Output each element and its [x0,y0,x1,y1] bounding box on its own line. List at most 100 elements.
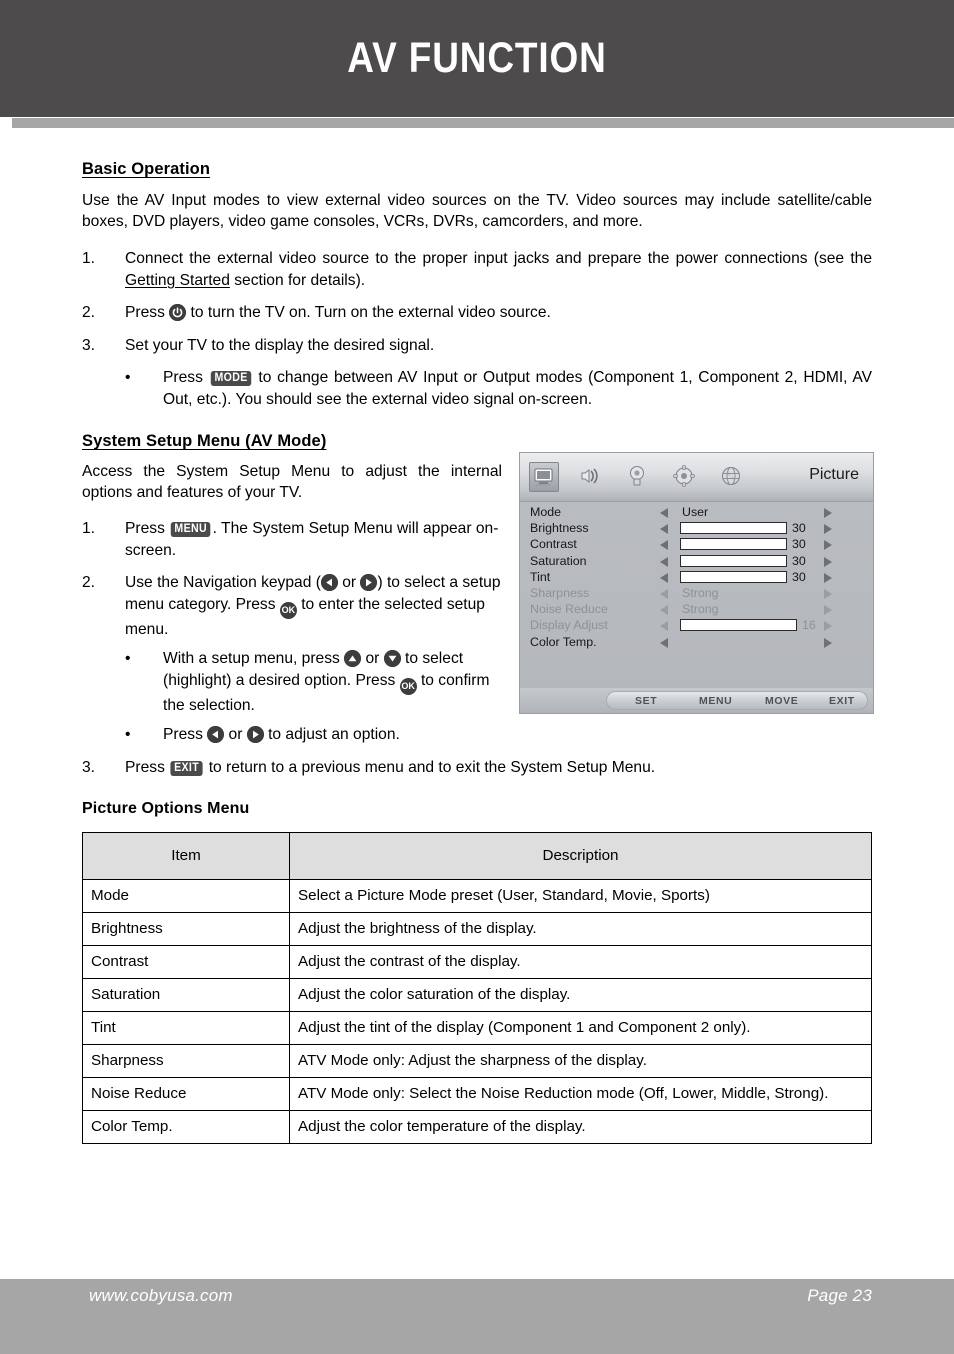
osd-slider-tint[interactable] [680,570,787,583]
osd-row-sharpness-value: Strong [682,585,719,600]
setup-step-3-pre: Press [125,759,170,776]
osd-row-list: Mode User Brightness 30 Contrast 30 Satu… [520,505,873,651]
setup-bullet-1-marker: • [125,650,131,667]
basic-step-3-text: Set your TV to the display the desired s… [125,337,435,354]
osd-row-brightness[interactable]: Brightness 30 [520,521,873,537]
osd-row-contrast-value: 30 [792,537,806,552]
menu-key-badge: MENU [170,522,211,537]
setup-bullet-1-a: With a setup menu, press [163,650,345,667]
osd-row-color-temp-label: Color Temp. [530,634,597,649]
osd-row-mode[interactable]: Mode User [520,505,873,521]
table-column-header-description: Description [289,832,872,880]
setup-bullet-2-c: to adjust an option. [263,726,400,743]
osd-row-saturation-value: 30 [792,553,806,568]
table-cell-item: Brightness [82,912,290,946]
osd-footer-key-menu: MENU [699,695,733,707]
osd-row-brightness-value: 30 [792,521,806,536]
down-arrow-icon [383,650,401,667]
osd-left-arrow-icon[interactable] [660,572,668,583]
table-row: Noise Reduce ATV Mode only: Select the N… [82,1077,872,1111]
basic-step-2-pre: Press [125,304,170,321]
basic-bullet-post: to change between AV Input or Output mod… [163,369,873,408]
osd-row-contrast[interactable]: Contrast 30 [520,537,873,553]
setup-step-2-text: Use the Navigation keypad ( or ) to sele… [125,572,505,641]
osd-left-arrow-icon [660,621,668,632]
lock-icon[interactable] [623,462,653,492]
osd-slider-saturation[interactable] [680,554,787,567]
table-cell-description: Adjust the brightness of the display. [289,912,872,946]
sound-icon[interactable] [576,462,606,492]
left-arrow-icon-2 [207,726,225,743]
setup-step-1-number: 1. [82,520,96,537]
table-cell-item: Sharpness [82,1044,290,1078]
basic-operation-intro: Use the AV Input modes to view external … [82,192,872,230]
osd-right-arrow-icon[interactable] [824,572,832,583]
osd-slider-brightness[interactable] [680,522,787,535]
osd-row-tint[interactable]: Tint 30 [520,570,873,586]
osd-row-contrast-label: Contrast [530,537,577,552]
table-row: Tint Adjust the tint of the display (Com… [82,1011,872,1045]
osd-slider-contrast[interactable] [680,538,787,551]
language-icon[interactable] [717,462,747,492]
setup-bullet-2-text: Press or to adjust an option. [163,724,505,746]
ok-key-icon-2: OK [399,678,417,695]
osd-left-arrow-icon[interactable] [660,637,668,648]
osd-row-display-adjust-value: 16 [802,618,816,633]
osd-left-arrow-icon[interactable] [660,524,668,535]
footer-website-url[interactable]: www.cobyusa.com [89,1286,233,1306]
table-cell-item: Tint [82,1011,290,1045]
basic-bullet-text: Press MODE to change between AV Input or… [163,367,872,411]
setup-step-2-a: Use the Navigation keypad ( [125,574,321,591]
table-cell-description: ATV Mode only: Select the Noise Reductio… [289,1077,872,1111]
picture-icon[interactable] [529,462,559,492]
osd-title: Picture [809,466,859,483]
ok-key-icon: OK [279,602,297,619]
setup-icon[interactable] [670,462,700,492]
table-cell-description: Select a Picture Mode preset (User, Stan… [289,879,872,913]
setup-step-3-post: to return to a previous menu and to exit… [204,759,656,776]
osd-left-arrow-icon[interactable] [660,508,668,518]
setup-bullet-2-a: Press [163,726,208,743]
setup-bullet-1-b: or [361,650,384,667]
osd-right-arrow-icon[interactable] [824,540,832,551]
getting-started-link[interactable]: Getting Started [125,272,230,289]
table-cell-item: Contrast [82,945,290,979]
table-cell-description: Adjust the tint of the display (Componen… [289,1011,872,1045]
setup-bullet-2-marker: • [125,726,131,743]
table-row: Mode Select a Picture Mode preset (User,… [82,879,872,913]
osd-row-display-adjust-label: Display Adjust [530,618,608,633]
osd-right-arrow-icon[interactable] [824,556,832,567]
table-cell-item: Mode [82,879,290,913]
osd-left-arrow-icon[interactable] [660,556,668,567]
osd-slider-display-adjust [680,619,797,632]
osd-left-arrow-icon[interactable] [660,540,668,551]
basic-step-3-number: 3. [82,337,96,354]
osd-row-sharpness: Sharpness Strong [520,586,873,602]
table-cell-item: Saturation [82,978,290,1012]
table-row: Saturation Adjust the color saturation o… [82,978,872,1012]
picture-options-table: Item Description Mode Select a Picture M… [82,832,872,1144]
osd-right-arrow-icon [824,588,832,599]
table-cell-item: Color Temp. [82,1110,290,1144]
setup-step-2-number: 2. [82,574,96,591]
basic-bullet-pre: Press [163,369,209,386]
osd-row-tint-label: Tint [530,569,551,584]
osd-right-arrow-icon[interactable] [824,637,832,648]
osd-right-arrow-icon [824,621,832,632]
picture-options-heading: Picture Options Menu [82,800,250,817]
table-row: Color Temp. Adjust the color temperature… [82,1110,872,1144]
basic-step-2-post: to turn the TV on. Turn on the external … [186,304,551,321]
osd-right-arrow-icon[interactable] [824,508,832,518]
osd-row-noise-reduce-label: Noise Reduce [530,602,608,617]
osd-row-saturation[interactable]: Saturation 30 [520,554,873,570]
osd-footer-key-set: SET [635,695,658,707]
power-icon [169,304,187,321]
setup-step-2-b: or [337,574,361,591]
osd-row-sharpness-label: Sharpness [530,585,590,600]
osd-footer-key-exit: EXIT [829,695,855,707]
left-arrow-icon [320,574,338,591]
osd-right-arrow-icon[interactable] [824,524,832,535]
osd-row-color-temp[interactable]: Color Temp. [520,635,873,651]
basic-step-1-pre: Connect the external video source to the… [125,250,872,267]
table-row: Brightness Adjust the brightness of the … [82,912,872,946]
